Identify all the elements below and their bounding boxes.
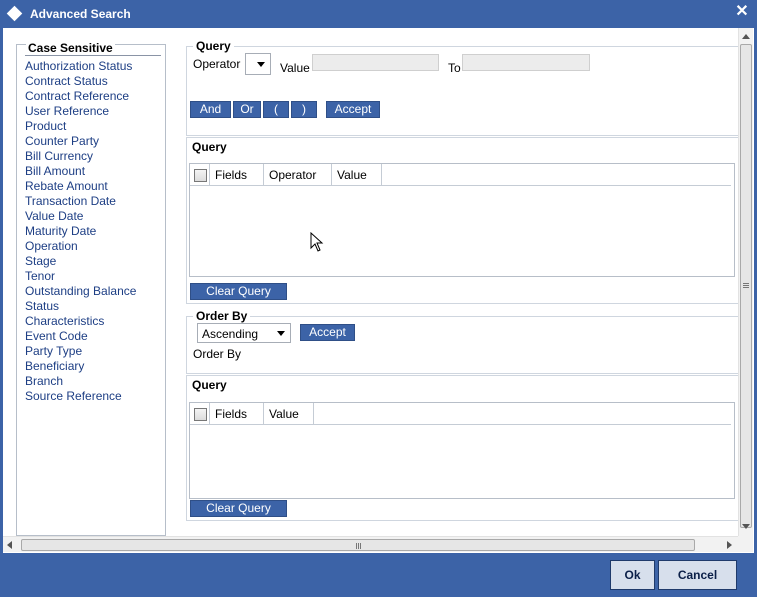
field-item[interactable]: Stage bbox=[25, 254, 136, 269]
field-item[interactable]: Status bbox=[25, 299, 136, 314]
column-header-operator[interactable]: Operator bbox=[264, 164, 332, 186]
field-item[interactable]: Bill Amount bbox=[25, 164, 136, 179]
grip-icon bbox=[743, 283, 749, 284]
operator-label: Operator bbox=[193, 57, 241, 71]
chevron-down-icon bbox=[257, 62, 265, 67]
chevron-down-icon bbox=[277, 331, 285, 336]
window-title: Advanced Search bbox=[30, 7, 131, 21]
scroll-right-icon[interactable] bbox=[727, 541, 732, 549]
operator-select[interactable] bbox=[245, 53, 271, 75]
field-item[interactable]: Maturity Date bbox=[25, 224, 136, 239]
to-input[interactable] bbox=[462, 54, 590, 71]
scroll-left-icon[interactable] bbox=[7, 541, 12, 549]
order-direction-value: Ascending bbox=[202, 327, 259, 341]
order-table: Fields Value bbox=[189, 402, 735, 499]
field-item[interactable]: Operation bbox=[25, 239, 136, 254]
or-button[interactable]: Or bbox=[233, 101, 261, 118]
ok-button[interactable]: Ok bbox=[610, 560, 655, 590]
value-input[interactable] bbox=[312, 54, 439, 71]
field-item[interactable]: Outstanding Balance bbox=[25, 284, 136, 299]
field-item[interactable]: Transaction Date bbox=[25, 194, 136, 209]
field-item[interactable]: User Reference bbox=[25, 104, 136, 119]
order-direction-select[interactable]: Ascending bbox=[197, 323, 291, 343]
column-header-fields[interactable]: Fields bbox=[210, 403, 264, 425]
field-item[interactable]: Contract Reference bbox=[25, 89, 136, 104]
column-header-value[interactable]: Value bbox=[332, 164, 382, 186]
mouse-pointer-icon bbox=[310, 232, 324, 252]
query-builder-title: Query bbox=[193, 39, 234, 53]
query-table: Fields Operator Value bbox=[189, 163, 735, 277]
field-list-panel: Case Sensitive Authorization Status Cont… bbox=[16, 41, 166, 536]
clear-order-button[interactable]: Clear Query bbox=[190, 500, 287, 517]
column-header-fields[interactable]: Fields bbox=[210, 164, 264, 186]
order-by-text: Order By bbox=[193, 347, 242, 361]
column-header-value[interactable]: Value bbox=[264, 403, 314, 425]
field-item[interactable]: Rebate Amount bbox=[25, 179, 136, 194]
field-item[interactable]: Contract Status bbox=[25, 74, 136, 89]
select-all-cell bbox=[190, 164, 210, 186]
field-item[interactable]: Bill Currency bbox=[25, 149, 136, 164]
field-item[interactable]: Authorization Status bbox=[25, 59, 136, 74]
order-by-title: Order By bbox=[193, 309, 251, 323]
close-icon[interactable]: ✕ bbox=[734, 3, 750, 21]
query-table-header: Fields Operator Value bbox=[190, 164, 731, 186]
dialog-footer: Ok Cancel bbox=[0, 553, 757, 597]
field-item[interactable]: Tenor bbox=[25, 269, 136, 284]
and-button[interactable]: And bbox=[190, 101, 231, 118]
scroll-down-icon[interactable] bbox=[742, 524, 750, 529]
accept-order-button[interactable]: Accept bbox=[300, 324, 355, 341]
field-item[interactable]: Counter Party bbox=[25, 134, 136, 149]
field-item[interactable]: Value Date bbox=[25, 209, 136, 224]
scroll-corner bbox=[738, 536, 753, 552]
horizontal-scroll-thumb[interactable] bbox=[21, 539, 695, 551]
close-paren-button[interactable]: ) bbox=[291, 101, 317, 118]
scroll-up-icon[interactable] bbox=[742, 34, 750, 39]
open-paren-button[interactable]: ( bbox=[263, 101, 289, 118]
field-item[interactable]: Party Type bbox=[25, 344, 136, 359]
title-bar: Advanced Search ✕ bbox=[0, 0, 757, 28]
to-label: To bbox=[448, 61, 461, 75]
legend-divider bbox=[25, 55, 161, 56]
select-all-checkbox[interactable] bbox=[194, 408, 207, 421]
select-all-cell bbox=[190, 403, 210, 425]
value-label: Value bbox=[280, 61, 310, 75]
clear-query-button[interactable]: Clear Query bbox=[190, 283, 287, 300]
accept-query-button[interactable]: Accept bbox=[326, 101, 380, 118]
field-list: Authorization Status Contract Status Con… bbox=[25, 59, 136, 404]
vertical-scrollbar[interactable] bbox=[738, 28, 753, 536]
order-table-title: Query bbox=[192, 378, 227, 392]
query-table-title: Query bbox=[192, 140, 227, 154]
field-item[interactable]: Event Code bbox=[25, 329, 136, 344]
grip-icon bbox=[356, 543, 357, 549]
field-item[interactable]: Branch bbox=[25, 374, 136, 389]
field-item[interactable]: Source Reference bbox=[25, 389, 136, 404]
cancel-button[interactable]: Cancel bbox=[658, 560, 737, 590]
select-all-checkbox[interactable] bbox=[194, 169, 207, 182]
field-item[interactable]: Beneficiary bbox=[25, 359, 136, 374]
order-table-header: Fields Value bbox=[190, 403, 731, 425]
horizontal-scrollbar[interactable] bbox=[3, 536, 738, 552]
field-item[interactable]: Characteristics bbox=[25, 314, 136, 329]
vertical-scroll-thumb[interactable] bbox=[740, 44, 752, 528]
case-sensitive-label: Case Sensitive bbox=[26, 41, 115, 55]
field-item[interactable]: Product bbox=[25, 119, 136, 134]
diamond-icon bbox=[6, 5, 23, 22]
